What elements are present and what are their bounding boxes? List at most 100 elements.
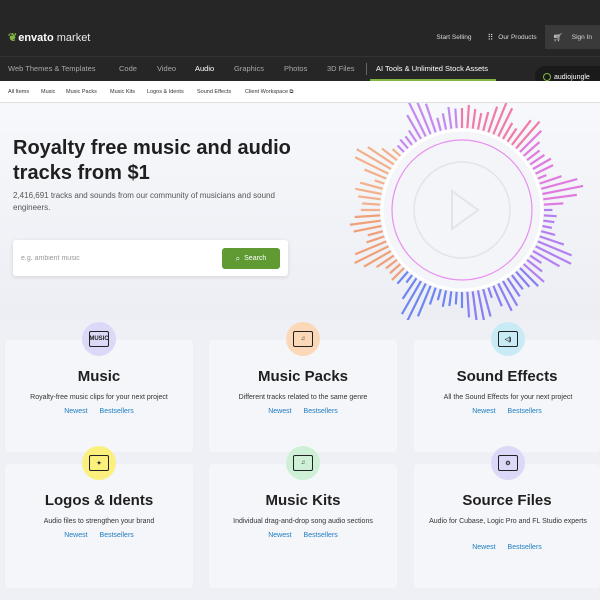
waveform-bar: [363, 250, 392, 268]
bestsellers-link[interactable]: Bestsellers: [304, 408, 338, 415]
waveform-bar: [428, 287, 437, 305]
top-bar: ❦envato market Start Selling ⠿ Our Produc…: [0, 0, 600, 56]
start-selling-link[interactable]: Start Selling: [428, 25, 479, 49]
waveform-bar: [542, 224, 553, 229]
bestsellers-link[interactable]: Bestsellers: [508, 408, 542, 415]
logo-brand: envato: [18, 32, 54, 44]
waveform-bar: [502, 280, 519, 307]
card-desc: All the Sound Effects for your next proj…: [443, 394, 573, 401]
waveform-bar: [529, 254, 542, 264]
nav-3d-files[interactable]: 3D Files: [327, 64, 355, 73]
waveform-bar: [497, 283, 513, 312]
category-cards: MUSIC Music Royalty-free music clips for…: [0, 320, 600, 600]
card-sound-effects[interactable]: ◁) Sound Effects All the Sound Effects f…: [414, 322, 600, 452]
envato-logo[interactable]: ❦envato market: [8, 31, 90, 44]
audio-visualizer: [349, 103, 584, 320]
waveform-bar: [471, 108, 477, 129]
bestsellers-link[interactable]: Bestsellers: [508, 544, 542, 551]
waveform-bar: [405, 274, 413, 284]
card-logos-idents[interactable]: ✦ Logos & Idents Audio files to strength…: [5, 446, 193, 588]
music-kit-icon: ♫: [286, 446, 320, 480]
speaker-glyph: ◁): [498, 331, 518, 347]
nav-audio[interactable]: Audio: [195, 64, 214, 73]
waveform-bar: [391, 148, 402, 157]
nav-code[interactable]: Code: [119, 64, 137, 73]
newest-link[interactable]: Newest: [268, 532, 291, 539]
waveform-bar: [406, 114, 422, 140]
waveform-bar: [436, 117, 442, 132]
waveform-bar: [354, 214, 381, 219]
waveform-bar: [476, 112, 483, 130]
waveform-bar: [441, 113, 448, 130]
waveform-bar: [471, 291, 478, 320]
subnav-music-kits[interactable]: Music Kits: [110, 89, 135, 95]
client-workspace-label: Client Workspace: [245, 89, 288, 95]
waveform-bar: [497, 107, 514, 137]
waveform-bar: [441, 290, 448, 307]
waveform-bar: [482, 111, 490, 132]
nav-photos[interactable]: Photos: [284, 64, 307, 73]
waveform-bar: [358, 195, 381, 201]
card-music-kits[interactable]: ♫ Music Kits Individual drag-and-drop so…: [209, 446, 397, 588]
waveform-bar: [361, 202, 381, 206]
source-file-icon: ⚙: [491, 446, 525, 480]
nav-ai-tools[interactable]: AI Tools & Unlimited Stock Assets: [376, 64, 488, 73]
waveform-bar: [532, 250, 561, 268]
card-desc: Royalty-free music clips for your next p…: [30, 394, 168, 401]
waveform-bar: [401, 277, 418, 300]
search-icon: ⌕: [235, 253, 241, 263]
card-desc: Individual drag-and-drop song audio sect…: [233, 518, 373, 525]
sparkle-glyph: ✦: [89, 455, 109, 471]
waveform-bar: [416, 285, 432, 317]
waveform-bar: [543, 219, 555, 224]
card-desc: Audio files to strengthen your brand: [43, 518, 155, 525]
waveform-bar: [447, 106, 453, 129]
card-music-packs[interactable]: ♫ Music Packs Different tracks related t…: [209, 322, 397, 452]
card-source-files[interactable]: ⚙ Source Files Audio for Cubase, Logic P…: [414, 446, 600, 588]
waveform-bar: [522, 263, 545, 283]
waveform-bar: [543, 214, 557, 218]
waveform-bar: [396, 144, 405, 153]
subnav-sound-effects[interactable]: Sound Effects: [197, 89, 231, 95]
nav-web-themes[interactable]: Web Themes & Templates: [8, 64, 96, 73]
subnav-music-packs[interactable]: Music Packs: [66, 89, 97, 95]
waveform-bar: [466, 104, 470, 129]
card-title: Sound Effects: [456, 368, 558, 385]
bestsellers-link[interactable]: Bestsellers: [100, 532, 134, 539]
newest-link[interactable]: Newest: [64, 408, 87, 415]
speaker-icon: ◁): [491, 322, 525, 356]
card-title: Music: [77, 368, 121, 385]
bestsellers-link[interactable]: Bestsellers: [100, 408, 134, 415]
waveform-bar: [492, 103, 508, 135]
nav-graphics[interactable]: Graphics: [234, 64, 264, 73]
newest-link[interactable]: Newest: [472, 544, 495, 551]
subnav-client-workspace[interactable]: Client Workspace ⧉: [245, 89, 293, 96]
newest-link[interactable]: Newest: [268, 408, 291, 415]
card-music[interactable]: MUSIC Music Royalty-free music clips for…: [5, 322, 193, 452]
hero-section: Royalty free music and audio tracks from…: [0, 103, 600, 320]
newest-link[interactable]: Newest: [472, 408, 495, 415]
our-products-button[interactable]: ⠿ Our Products: [479, 25, 544, 49]
leaf-icon: ❦: [8, 32, 18, 44]
subnav-logos-idents[interactable]: Logos & Idents: [147, 89, 184, 95]
music-label-text: MUSIC: [89, 331, 109, 347]
waveform-bar: [349, 219, 381, 226]
newest-link[interactable]: Newest: [64, 532, 87, 539]
waveform-bar: [436, 288, 442, 301]
music-pack-glyph: ♫: [293, 331, 313, 347]
hero-title: Royalty free music and audio tracks from…: [13, 137, 291, 184]
nav-video[interactable]: Video: [157, 64, 176, 73]
sign-in-button[interactable]: 🛒︎ Sign In: [544, 25, 600, 49]
music-pack-icon: ♫: [286, 322, 320, 356]
bestsellers-link[interactable]: Bestsellers: [304, 532, 338, 539]
grid-icon: ⠿: [487, 32, 494, 42]
external-link-icon: ⧉: [289, 89, 294, 95]
waveform-bar: [404, 135, 413, 146]
card-title: Logos & Idents: [44, 492, 154, 509]
subnav-all-items[interactable]: All Items: [8, 89, 29, 95]
search-input[interactable]: [21, 250, 211, 266]
category-nav: Web Themes & Templates Code Video Audio …: [0, 56, 600, 81]
waveform-bar: [454, 291, 458, 305]
search-button[interactable]: ⌕ Search: [222, 248, 280, 269]
subnav-music[interactable]: Music: [41, 89, 55, 95]
